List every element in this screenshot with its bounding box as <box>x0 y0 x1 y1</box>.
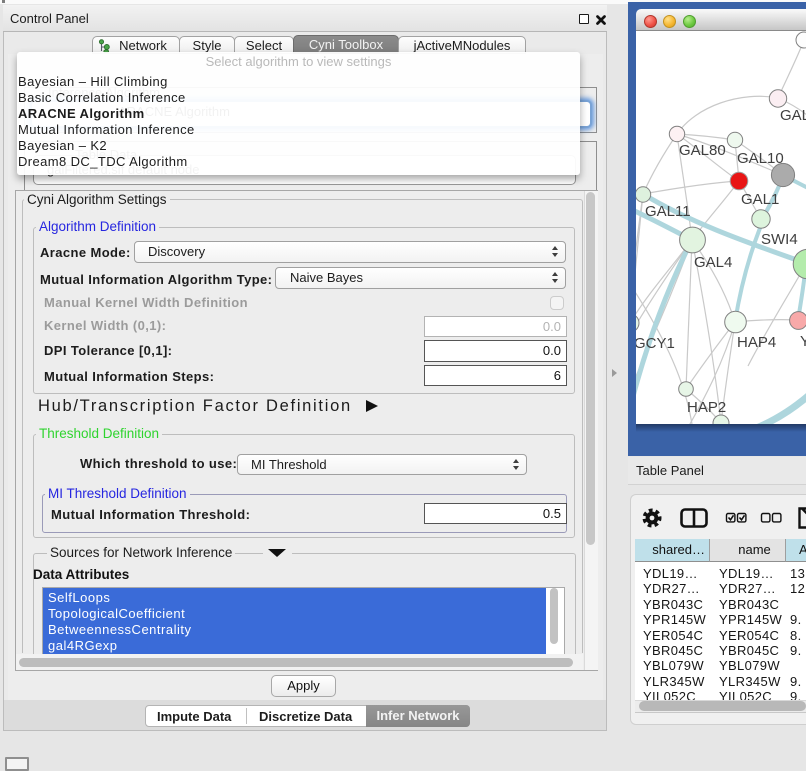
svg-text:SWI4: SWI4 <box>761 231 798 248</box>
svg-text:GAL11: GAL11 <box>645 203 691 220</box>
svg-text:Y: Y <box>800 333 806 350</box>
svg-text:GCY1: GCY1 <box>636 335 675 352</box>
svg-text:GAL10: GAL10 <box>737 150 784 167</box>
svg-text:HAP4: HAP4 <box>737 334 776 351</box>
svg-text:GAL4: GAL4 <box>694 254 732 271</box>
svg-text:GAL80: GAL80 <box>679 142 726 159</box>
svg-text:GAL1: GAL1 <box>741 191 779 208</box>
svg-text:GAL: GAL <box>780 107 806 124</box>
svg-text:HAP2: HAP2 <box>687 399 726 416</box>
